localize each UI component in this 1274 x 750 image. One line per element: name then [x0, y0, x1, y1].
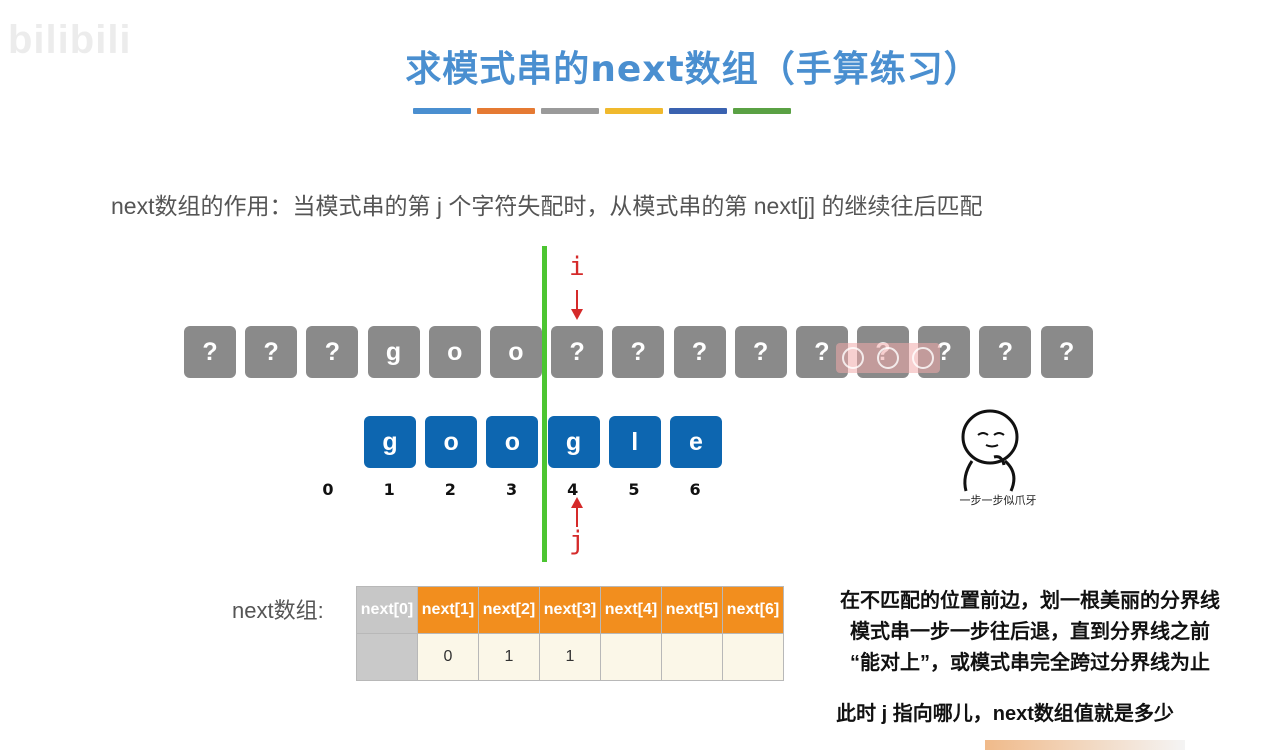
main-char-cell: ? — [673, 326, 726, 378]
next-header-cell: next[3] — [539, 586, 601, 634]
next-value-cell: 1 — [478, 633, 540, 681]
pattern-char-cell: g — [364, 416, 416, 468]
main-char-cell: ? — [551, 326, 604, 378]
main-char-cell: ? — [1040, 326, 1093, 378]
search-icon[interactable] — [911, 347, 934, 369]
pointer-j-shaft — [576, 507, 578, 527]
stripe — [669, 108, 727, 114]
instruction-line-4: 此时 j 指向哪儿，next数组值就是多少 — [836, 703, 1174, 725]
pattern-char-cell: e — [669, 416, 722, 468]
stripe — [541, 108, 599, 114]
next-header-cell: next[4] — [600, 586, 662, 634]
main-char-cell: ? — [245, 326, 298, 378]
index-label: 2 — [444, 480, 456, 499]
main-char-cell: ? — [734, 326, 787, 378]
main-char-cell: o — [428, 326, 481, 378]
cropped-bottom-text — [985, 740, 1185, 750]
pattern-row: g o o g l e — [364, 416, 731, 468]
next-value-cell: 0 — [417, 633, 479, 681]
player-overlay-controls[interactable] — [836, 343, 940, 373]
next-value-cell — [661, 633, 723, 681]
index-label: 0 — [322, 480, 334, 499]
pointer-i-shaft — [576, 290, 578, 310]
pointer-j-label: j — [569, 526, 585, 556]
next-header-cell: next[6] — [722, 586, 784, 634]
like-icon[interactable] — [842, 347, 865, 369]
sticker-caption: 一步一步似爪牙 — [959, 494, 1037, 507]
next-header-cell: next[2] — [478, 586, 540, 634]
stripe — [477, 108, 535, 114]
next-array-label: next数组: — [232, 598, 324, 623]
main-string-row: ? ? ? g o o ? ? ? ? ? ? ? ? ? — [184, 326, 1102, 378]
index-label: 5 — [628, 480, 640, 499]
next-value-cell — [356, 633, 418, 681]
next-array-table: next[0] next[1] next[2] next[3] next[4] … — [356, 586, 784, 681]
pattern-char-cell: l — [608, 416, 661, 468]
pattern-index-row: 0 1 2 3 4 5 6 — [302, 480, 730, 499]
next-value-cell: 1 — [539, 633, 601, 681]
main-char-cell: ? — [306, 326, 359, 378]
main-char-cell: o — [489, 326, 542, 378]
stripe — [605, 108, 663, 114]
pointer-i-arrowhead — [571, 309, 583, 320]
page-title: 求模式串的next数组（手算练习） — [405, 49, 981, 90]
index-label: 3 — [505, 480, 518, 499]
pattern-char-cell: o — [425, 416, 478, 468]
next-value-cell — [722, 633, 784, 681]
pattern-char-cell: o — [486, 416, 539, 468]
instruction-line-3: “能对上”，或模式串完全跨过分界线为止 — [850, 652, 1210, 674]
pattern-char-cell: g — [547, 416, 600, 468]
main-char-cell: g — [367, 326, 420, 378]
next-header-cell: next[0] — [356, 586, 418, 634]
main-char-cell: ? — [979, 326, 1032, 378]
title-underline-stripes — [413, 108, 791, 116]
next-purpose-description: next数组的作用：当模式串的第 j 个字符失配时，从模式串的第 next[j]… — [111, 193, 983, 219]
main-char-cell: ? — [612, 326, 665, 378]
main-char-cell: ? — [184, 326, 236, 378]
next-header-cell: next[5] — [661, 586, 723, 634]
next-header-cell: next[1] — [417, 586, 479, 634]
index-label: 1 — [383, 480, 395, 499]
instruction-line-2: 模式串一步一步往后退，直到分界线之前 — [850, 621, 1210, 643]
edit-icon[interactable] — [876, 347, 899, 369]
mismatch-divider-line — [542, 246, 547, 562]
stripe — [733, 108, 791, 114]
instruction-line-1: 在不匹配的位置前边，划一根美丽的分界线 — [840, 590, 1220, 612]
next-value-cell — [600, 633, 662, 681]
stripe — [413, 108, 471, 114]
index-label: 6 — [689, 480, 701, 499]
pointer-i-label: i — [569, 252, 585, 282]
